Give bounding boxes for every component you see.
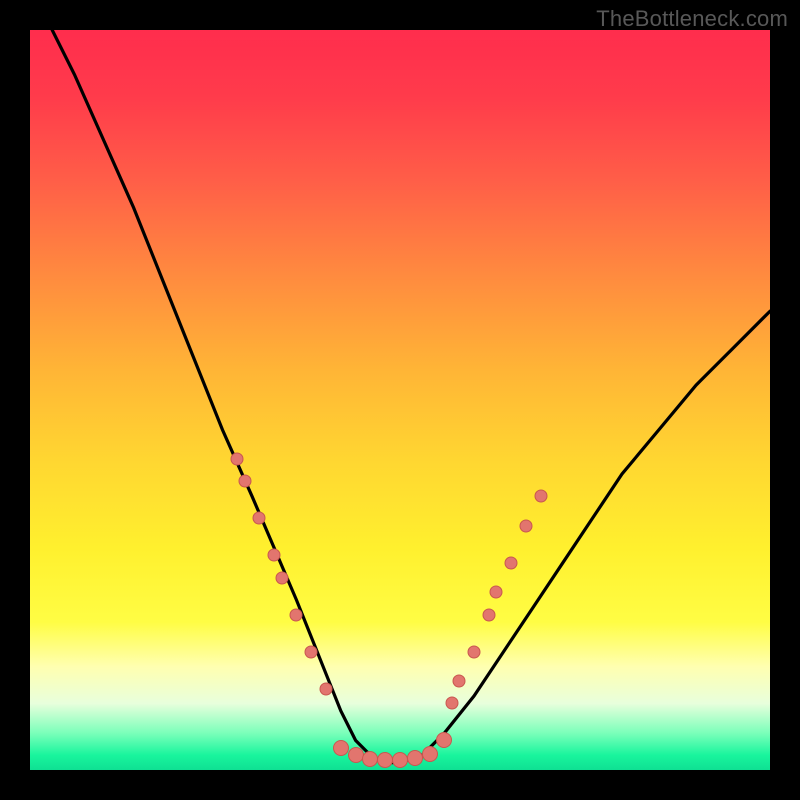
- data-marker: [519, 519, 532, 532]
- data-marker: [482, 608, 495, 621]
- data-marker: [238, 475, 251, 488]
- data-marker: [436, 732, 452, 748]
- chart-area: [30, 30, 770, 770]
- data-marker: [490, 586, 503, 599]
- data-marker: [320, 682, 333, 695]
- data-marker: [505, 556, 518, 569]
- data-marker: [377, 752, 393, 768]
- marker-layer: [30, 30, 770, 770]
- data-marker: [362, 751, 378, 767]
- data-marker: [253, 512, 266, 525]
- data-marker: [445, 697, 458, 710]
- data-marker: [348, 747, 364, 763]
- data-marker: [290, 608, 303, 621]
- data-marker: [468, 645, 481, 658]
- data-marker: [392, 752, 408, 768]
- data-marker: [333, 740, 349, 756]
- watermark-text: TheBottleneck.com: [596, 6, 788, 32]
- data-marker: [534, 490, 547, 503]
- data-marker: [268, 549, 281, 562]
- data-marker: [275, 571, 288, 584]
- data-marker: [453, 675, 466, 688]
- data-marker: [422, 746, 438, 762]
- data-marker: [231, 453, 244, 466]
- data-marker: [305, 645, 318, 658]
- data-marker: [407, 750, 423, 766]
